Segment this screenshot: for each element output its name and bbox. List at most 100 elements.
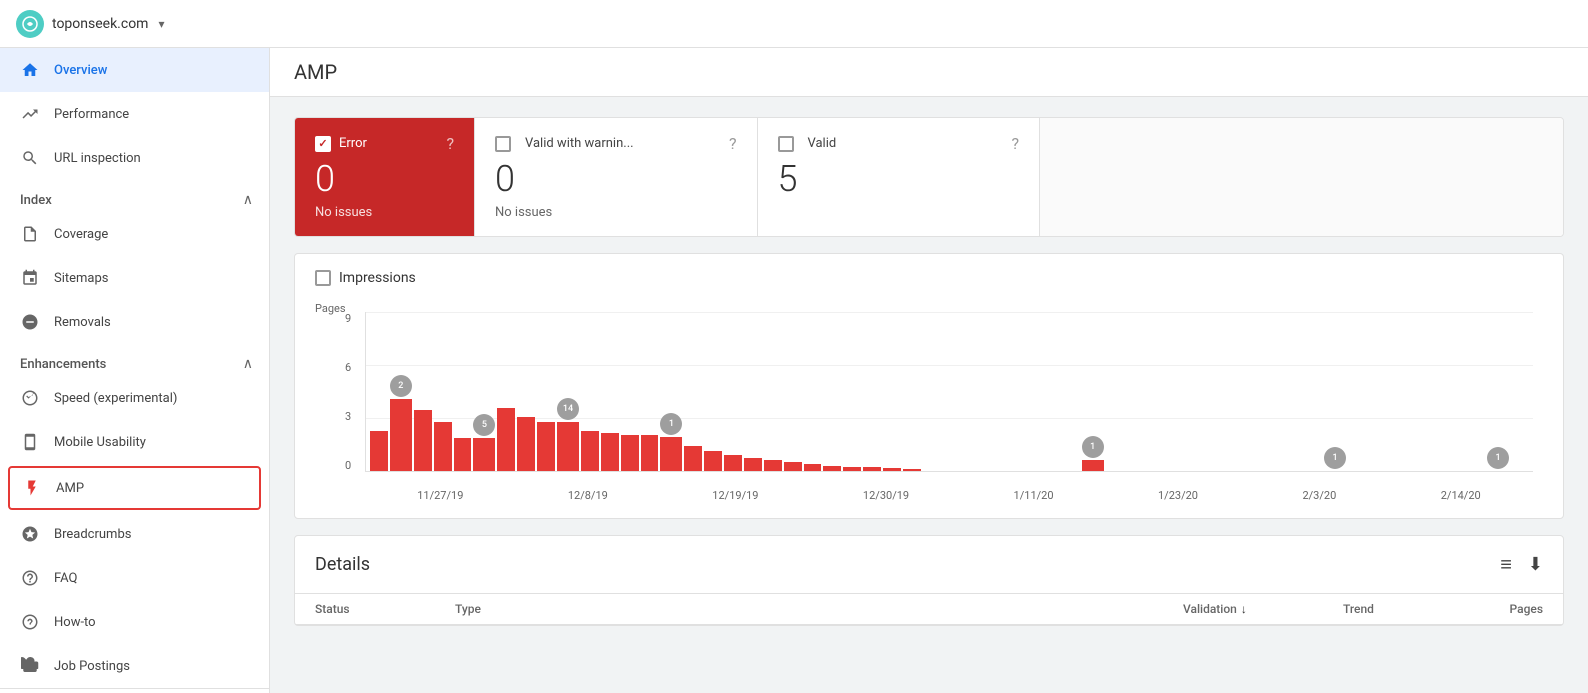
overview-label: Overview: [54, 63, 107, 78]
chart-bar: [601, 433, 619, 471]
speed-label: Speed (experimental): [54, 391, 177, 406]
details-section: Details ≡ ⬇ Status Type Validation ↓ Tre…: [294, 535, 1564, 626]
valid-warning-card[interactable]: Valid with warnin... ? 0 No issues: [475, 118, 758, 236]
validation-label: Validation: [1183, 602, 1237, 616]
chart-bar: [784, 462, 802, 471]
sidebar-item-mobile[interactable]: Mobile Usability: [0, 420, 269, 464]
sitemaps-icon: [20, 268, 40, 288]
sidebar-item-amp[interactable]: AMP: [8, 466, 261, 510]
sidebar-item-performance[interactable]: Performance: [0, 92, 269, 136]
sidebar-item-faq[interactable]: FAQ: [0, 556, 269, 600]
site-name: toponseek.com: [52, 16, 148, 32]
chart-bar: [370, 431, 388, 472]
index-chevron-icon: ∧: [243, 192, 253, 208]
speed-icon: [20, 388, 40, 408]
chevron-down-icon[interactable]: ▾: [158, 17, 164, 31]
site-selector[interactable]: toponseek.com ▾: [16, 10, 165, 38]
valid-help-icon[interactable]: ?: [1011, 134, 1019, 153]
error-card-header: ✓ Error ?: [315, 134, 454, 153]
filter-icon[interactable]: ≡: [1500, 552, 1512, 577]
bar-group: [684, 446, 702, 471]
breadcrumbs-label: Breadcrumbs: [54, 527, 131, 542]
sidebar-item-breadcrumbs[interactable]: Breadcrumbs: [0, 512, 269, 556]
error-count: 0: [315, 161, 454, 197]
y-tick-0: 0: [345, 459, 351, 472]
chart-bar: [704, 451, 722, 471]
bar-group: [863, 467, 881, 471]
enhancements-chevron-icon: ∧: [243, 356, 253, 372]
bar-group: [454, 438, 472, 471]
y-tick-6: 6: [345, 361, 351, 374]
x-axis-dates: 11/27/19 12/8/19 12/19/19 12/30/19 1/11/…: [365, 489, 1533, 502]
col-trend-header: Trend: [1343, 602, 1463, 616]
job-postings-icon: [20, 656, 40, 676]
col-validation-header[interactable]: Validation ↓: [1183, 602, 1343, 616]
enhancements-label: Enhancements: [20, 357, 106, 372]
valid-header: Valid ?: [778, 134, 1020, 153]
chart-bar: [823, 466, 841, 471]
page-header: AMP: [270, 48, 1588, 97]
date-bubble: 14: [557, 398, 579, 420]
how-to-icon: [20, 612, 40, 632]
chart-bar: [684, 446, 702, 471]
sidebar-item-sitemaps[interactable]: Sitemaps: [0, 256, 269, 300]
sidebar-item-removals[interactable]: Removals: [0, 300, 269, 344]
chart-header: Impressions: [315, 270, 1543, 286]
bar-group: [903, 469, 921, 471]
page-content: ✓ Error ? 0 No issues Valid with warnin.…: [270, 97, 1588, 646]
date-bubble: 1: [660, 413, 682, 435]
details-actions: ≡ ⬇: [1500, 552, 1543, 577]
bar-group: [517, 417, 535, 471]
error-card[interactable]: ✓ Error ? 0 No issues: [295, 118, 475, 236]
chart-bar: [883, 468, 901, 471]
error-help-icon[interactable]: ?: [446, 134, 454, 153]
search-icon: [20, 148, 40, 168]
col-type-header: Type: [455, 602, 1183, 616]
topbar: toponseek.com ▾: [0, 0, 1588, 48]
page-title: AMP: [294, 60, 337, 84]
download-icon[interactable]: ⬇: [1528, 554, 1543, 575]
sidebar-item-how-to[interactable]: How-to: [0, 600, 269, 644]
chart-bar: [804, 464, 822, 471]
valid-warning-header: Valid with warnin... ?: [495, 134, 737, 153]
sidebar-item-coverage[interactable]: Coverage: [0, 212, 269, 256]
bar-group: [704, 451, 722, 471]
bar-group: [823, 466, 841, 471]
sidebar-item-overview[interactable]: Overview: [0, 48, 269, 92]
x-date-4: 12/30/19: [863, 489, 909, 502]
impressions-label: Impressions: [339, 270, 416, 286]
x-date-7: 2/3/20: [1302, 489, 1336, 502]
sidebar-item-job-postings[interactable]: Job Postings: [0, 644, 269, 689]
how-to-label: How-to: [54, 615, 96, 630]
enhancements-section-header[interactable]: Enhancements ∧: [0, 344, 269, 376]
bar-group: [414, 410, 432, 471]
chart-bar: [557, 422, 579, 472]
valid-count: 5: [778, 161, 1020, 197]
chart-bar: [497, 408, 515, 471]
bar-group: [724, 455, 742, 471]
empty-card: [1040, 118, 1563, 236]
removals-label: Removals: [54, 315, 111, 330]
impressions-checkbox[interactable]: [315, 270, 331, 286]
sidebar-item-url-inspection[interactable]: URL inspection: [0, 136, 269, 180]
chart-bar: [517, 417, 535, 471]
status-cards: ✓ Error ? 0 No issues Valid with warnin.…: [294, 117, 1564, 237]
valid-warning-help-icon[interactable]: ?: [729, 134, 737, 153]
date-bubble: 1: [1324, 447, 1346, 469]
sidebar-item-speed[interactable]: Speed (experimental): [0, 376, 269, 420]
mobile-label: Mobile Usability: [54, 435, 146, 450]
sidebar: Overview Performance URL inspection Inde…: [0, 48, 270, 693]
date-bubble: 5: [473, 414, 495, 436]
site-logo: [16, 10, 44, 38]
amp-label: AMP: [56, 481, 84, 496]
valid-card[interactable]: Valid ? 5: [758, 118, 1041, 236]
x-date-6: 1/23/20: [1158, 489, 1198, 502]
details-table-header: Status Type Validation ↓ Trend Pages: [295, 594, 1563, 625]
index-section-header[interactable]: Index ∧: [0, 180, 269, 212]
y-axis-label: Pages: [315, 302, 346, 315]
bar-group: 1: [660, 413, 682, 471]
bar-group: [784, 462, 802, 471]
bar-group: [581, 431, 599, 472]
chart-bar: [537, 422, 555, 472]
chart-bar: [434, 422, 452, 472]
